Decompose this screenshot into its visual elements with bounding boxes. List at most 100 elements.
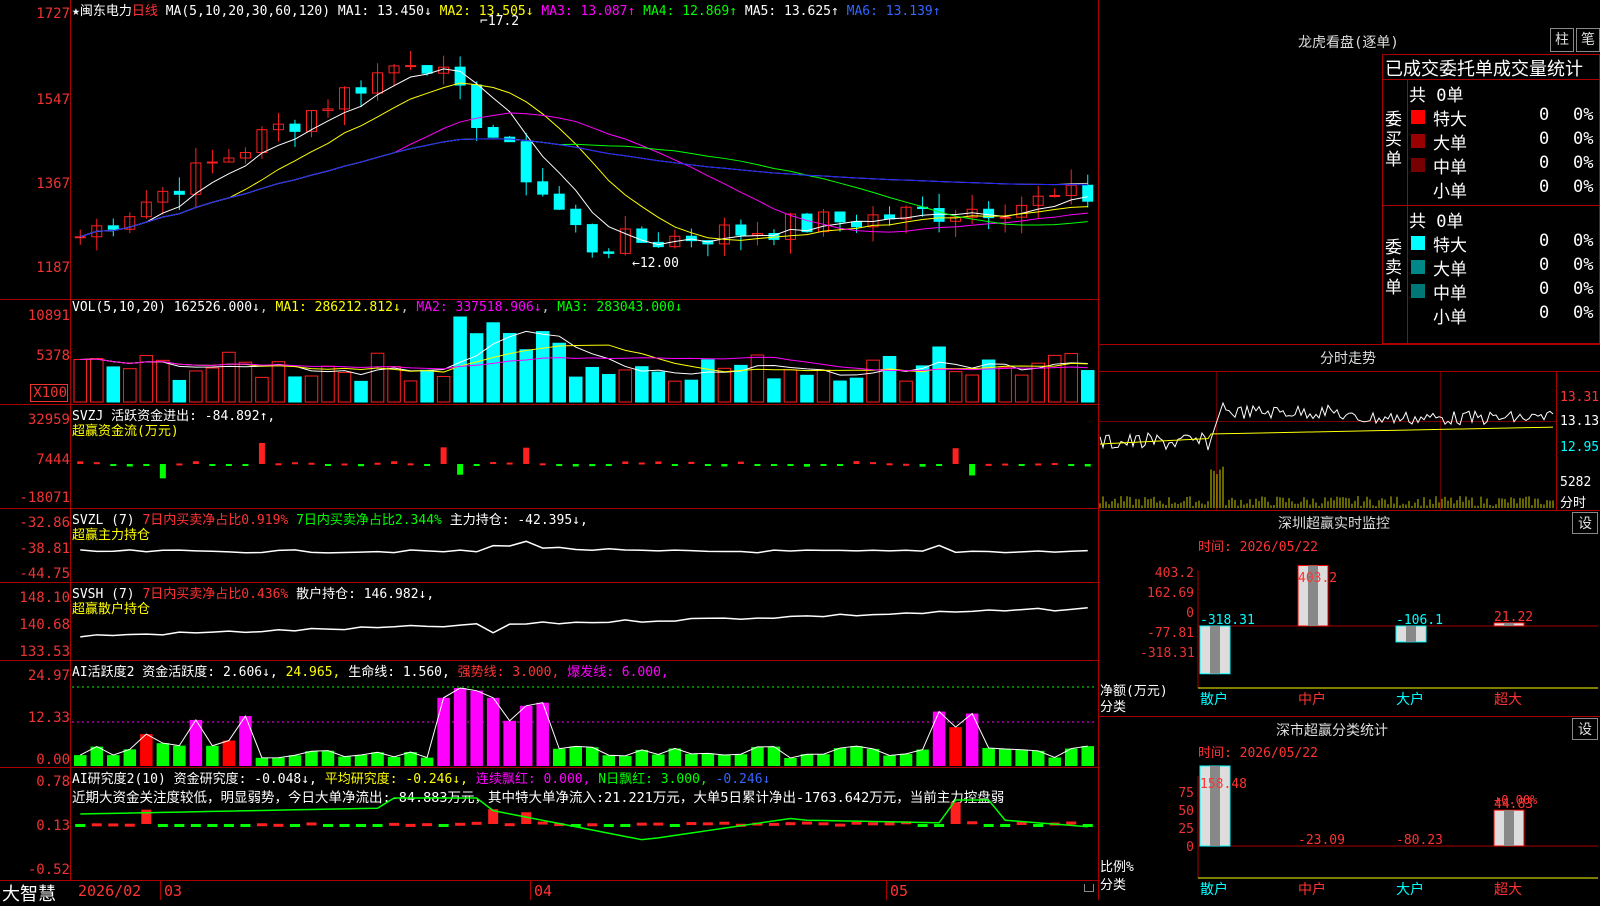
bar-axis-tick: 50: [1178, 804, 1194, 819]
candle-body: [1082, 184, 1094, 202]
svzj-bar: [754, 464, 761, 466]
price-axis-tick: 1367: [36, 176, 70, 192]
intraday-chart[interactable]: [1099, 372, 1556, 508]
volume-bar: [123, 368, 137, 403]
ai2-bar: [306, 822, 317, 826]
bar-value-label: -23.09: [1298, 833, 1345, 848]
candle-body: [1049, 195, 1061, 198]
ai1-bar: [552, 748, 566, 766]
svzj-bar: [903, 463, 910, 466]
ai1-bar: [586, 747, 599, 766]
svzj-bar: [258, 442, 265, 464]
buy-count: 0: [1539, 177, 1550, 197]
vol-unit-button[interactable]: X100: [30, 384, 68, 402]
svzj-bar: [407, 463, 414, 466]
ai1-bar: [123, 749, 137, 766]
bar-value-label: 158.48: [1200, 777, 1247, 792]
volume-bar: [90, 358, 104, 403]
candle-body: [851, 221, 863, 228]
ai1-bar: [156, 743, 170, 766]
ai2-bar: [504, 823, 515, 827]
sell-pct: 0%: [1573, 255, 1594, 275]
candle-body: [735, 224, 747, 236]
volume-bar: [255, 376, 269, 403]
bar-value-label: -318.31: [1200, 613, 1255, 628]
ai2-bar: [372, 824, 383, 827]
ai2-bar: [389, 822, 400, 826]
candle-body: [999, 216, 1011, 219]
ai2-bar: [636, 822, 647, 826]
ai1-bar: [1048, 757, 1061, 766]
volume-bar: [370, 352, 385, 403]
volume-bar: [635, 366, 649, 403]
ai1-bar: [883, 755, 896, 766]
ai1-bar: [420, 757, 434, 766]
ai2-bar: [983, 824, 994, 827]
volume-bar: [156, 359, 170, 403]
candle-body: [206, 161, 218, 164]
candlestick-chart[interactable]: [72, 18, 1096, 283]
buy-pct: 0%: [1573, 153, 1594, 173]
candle-body: [487, 126, 499, 138]
lhb-table: 已成交委托单成交量统计 委买单 委卖单 共 0单 共 0单 特大 0 0% 大单 0 0%…: [1382, 54, 1600, 345]
bar-value-label: 403.2: [1298, 571, 1337, 586]
ai1-bar: [718, 755, 731, 766]
bar-axis-tick: 0: [1186, 840, 1194, 855]
period-label[interactable]: 日线: [132, 4, 158, 19]
brand-logo[interactable]: 大智慧: [2, 880, 56, 906]
ai2-bar: [719, 821, 730, 825]
candle-body: [454, 66, 466, 86]
svzj-bar: [1002, 463, 1009, 466]
candle-body: [355, 87, 367, 94]
svzj-bar: [1068, 464, 1075, 466]
ai2-bar: [669, 824, 680, 827]
sell-name: 小单: [1433, 308, 1467, 328]
lhb-title: 龙虎看盘(逐单): [1298, 35, 1399, 51]
candle-body: [553, 193, 565, 210]
ai2-bar: [835, 823, 845, 827]
sell-name: 特大: [1433, 236, 1467, 256]
sell-swatch: [1411, 284, 1425, 298]
date-axis-tick: 05: [890, 882, 909, 900]
favorite-star-icon[interactable]: ★: [72, 4, 80, 19]
volume-bar: [750, 354, 765, 403]
sell-pct: 0%: [1573, 231, 1594, 251]
ai1-bar: [338, 756, 351, 766]
sz-class-unit: 比例%: [1100, 860, 1134, 875]
sell-row: 中单 0 0%: [1409, 279, 1600, 304]
sell-swatch: [1411, 236, 1425, 250]
candle-body: [801, 213, 813, 233]
bar-mode-button[interactable]: 柱: [1550, 28, 1574, 52]
ai2-bar: [124, 823, 135, 827]
ai1-bar: [998, 749, 1012, 766]
ai1-bar: [800, 754, 814, 766]
volume-bar: [288, 376, 302, 403]
buy-swatch: [1411, 158, 1425, 172]
lhb-subtitle: 已成交委托单成交量统计: [1385, 59, 1583, 80]
sz-class-settings-button[interactable]: 设: [1572, 718, 1598, 740]
ai1-chart: [72, 686, 1096, 766]
ai1-bar: [486, 697, 500, 766]
candle-body: [405, 65, 417, 68]
svzj-bar: [1051, 463, 1058, 466]
svzj-bar: [358, 464, 365, 467]
buy-swatch: [1411, 182, 1425, 196]
sz-monitor-date: 时间: 2026/05/22: [1198, 540, 1318, 555]
volume-bar: [453, 316, 467, 403]
lock-icon[interactable]: [1084, 884, 1094, 892]
volume-bar: [238, 361, 253, 403]
ai1-bar: [107, 755, 120, 766]
svzj-bar: [704, 464, 711, 466]
sz-monitor-settings-button[interactable]: 设: [1572, 512, 1598, 534]
volume-bar: [668, 380, 682, 403]
ai2-bar: [967, 821, 978, 825]
candle-body: [586, 224, 598, 253]
svzj-bar: [1035, 463, 1042, 466]
ai1-bar: [404, 752, 417, 766]
tick-mode-button[interactable]: 笔: [1576, 28, 1600, 52]
ai1-bar: [784, 757, 797, 766]
bar-value-label: -106.1: [1396, 613, 1443, 628]
ai2-bar: [537, 821, 548, 825]
svzj-bar: [374, 462, 381, 465]
bar-category-label: 超大: [1494, 882, 1522, 898]
